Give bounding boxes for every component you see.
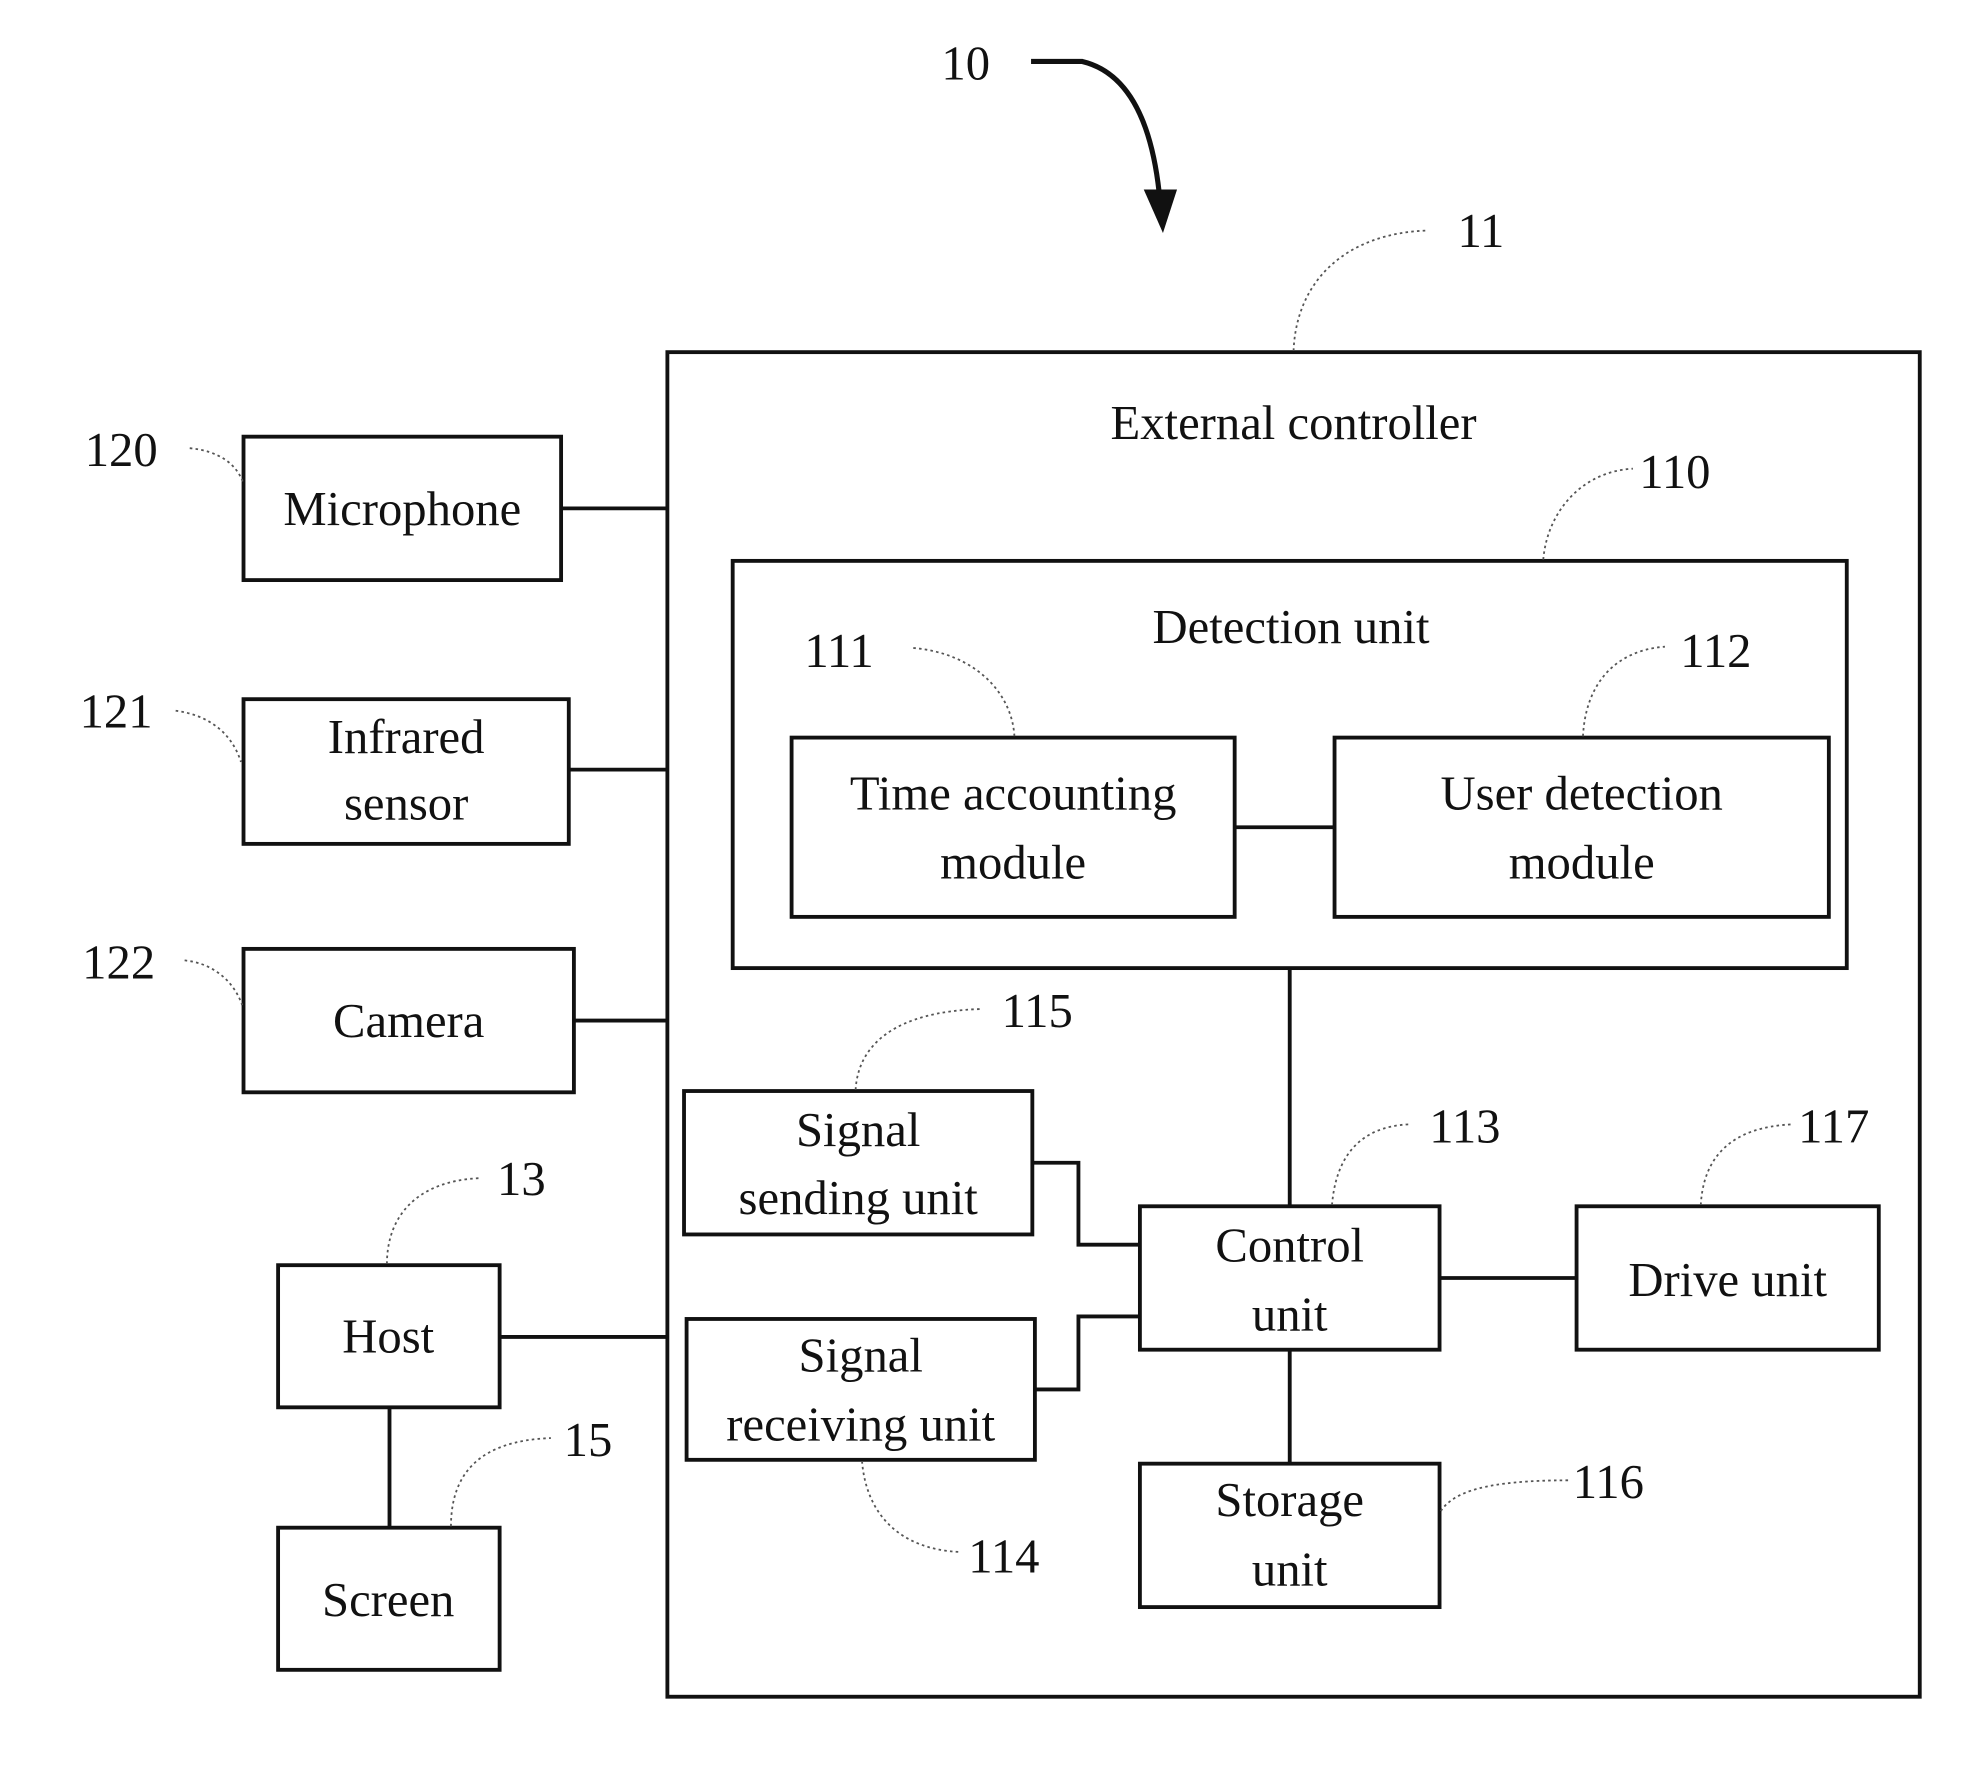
system-arrow <box>1031 58 1162 193</box>
infrared-sensor-line1: Infrared <box>328 710 485 764</box>
host-ref: 13 <box>497 1152 546 1206</box>
system-ref-label: 10 <box>941 36 990 90</box>
host: Host 13 <box>276 1152 546 1410</box>
signal-sending-unit-line2: sending unit <box>739 1171 979 1225</box>
detection-unit-ref: 110 <box>1639 445 1710 499</box>
screen-ref: 15 <box>564 1413 613 1467</box>
storage-unit-line2: unit <box>1252 1542 1328 1596</box>
microphone-label: Microphone <box>283 482 521 536</box>
time-accounting-module-ref: 111 <box>804 624 873 678</box>
block-diagram: 10 External controller 11 Detection unit… <box>80 36 1922 1699</box>
screen: Screen 15 <box>276 1413 613 1672</box>
drive-unit-ref: 117 <box>1798 1099 1869 1153</box>
signal-receiving-unit-line1: Signal <box>799 1328 923 1382</box>
control-unit-ref: 113 <box>1429 1099 1500 1153</box>
system-arrow-head <box>1143 189 1178 234</box>
microphone: Microphone 120 <box>85 423 564 583</box>
camera-label: Camera <box>333 994 484 1048</box>
time-accounting-module-line2: module <box>940 835 1086 889</box>
microphone-ref: 120 <box>85 423 158 477</box>
user-detection-module-line2: module <box>1509 835 1655 889</box>
storage-unit-ref: 116 <box>1573 1455 1644 1509</box>
screen-label: Screen <box>322 1573 454 1627</box>
infrared-sensor: Infrared sensor 121 <box>80 684 571 846</box>
control-unit-line1: Control <box>1215 1218 1364 1272</box>
host-label: Host <box>342 1309 434 1363</box>
external-controller-label: External controller <box>1111 396 1477 450</box>
detection-unit-label: Detection unit <box>1153 600 1430 654</box>
infrared-sensor-ref: 121 <box>80 684 153 738</box>
external-controller-ref: 11 <box>1457 204 1504 258</box>
user-detection-module-line1: User detection <box>1441 766 1723 820</box>
drive-unit-label: Drive unit <box>1628 1253 1827 1307</box>
signal-receiving-unit-ref: 114 <box>968 1530 1039 1584</box>
camera-ref: 122 <box>82 935 155 989</box>
camera: Camera 122 <box>82 935 576 1095</box>
signal-sending-unit-line1: Signal <box>796 1103 920 1157</box>
control-unit-line2: unit <box>1252 1287 1328 1341</box>
signal-sending-unit-ref: 115 <box>1002 984 1073 1038</box>
storage-unit-line1: Storage <box>1215 1473 1364 1527</box>
infrared-sensor-line2: sensor <box>344 777 468 831</box>
time-accounting-module-line1: Time accounting <box>850 766 1177 820</box>
user-detection-module-ref: 112 <box>1680 624 1751 678</box>
signal-receiving-unit-line2: receiving unit <box>726 1398 995 1452</box>
